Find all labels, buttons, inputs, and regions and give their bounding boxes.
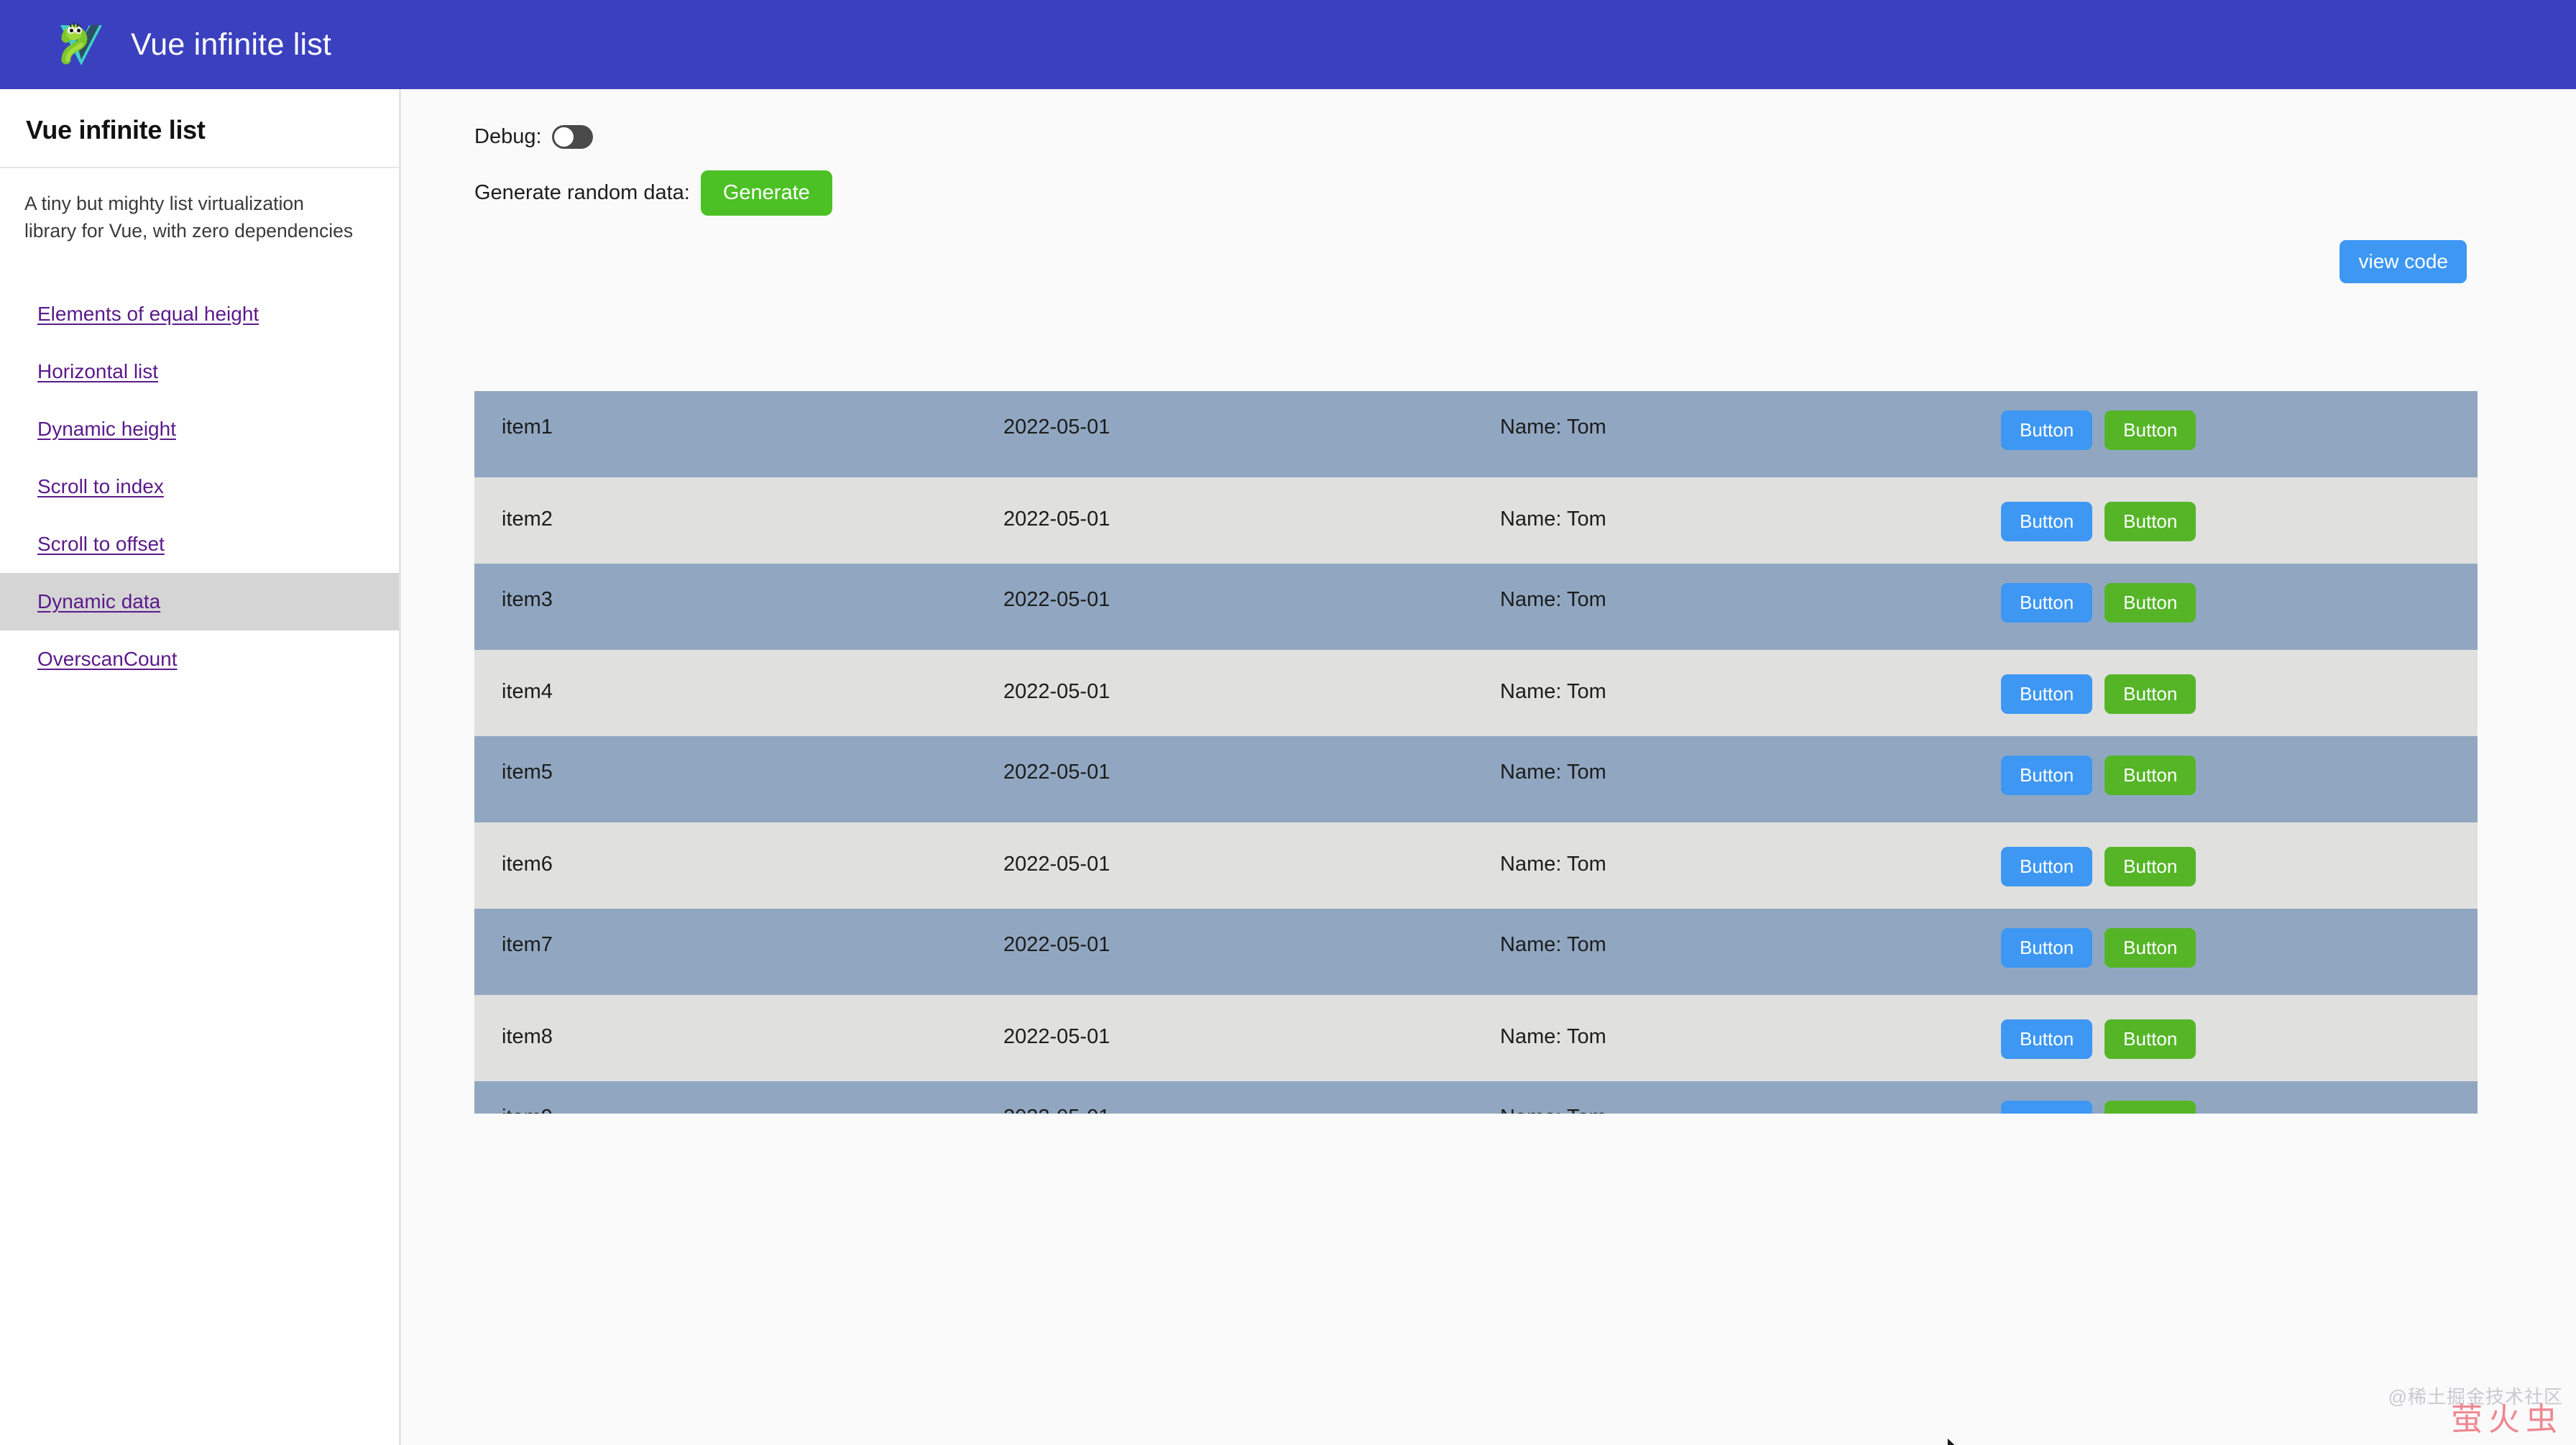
row-actions: Button Button: [2001, 756, 2196, 795]
row-primary-button[interactable]: Button: [2001, 502, 2093, 541]
row-item-person: Name: Tom: [1500, 761, 1606, 784]
table-row[interactable]: item2 2022-05-01 Name: Tom Button Button: [474, 477, 2478, 564]
sidebar-item-horizontal-list[interactable]: Horizontal list: [0, 343, 399, 400]
row-item-date: 2022-05-01: [1003, 416, 1110, 439]
debug-toggle-knob: [553, 127, 574, 147]
row-primary-button[interactable]: Button: [2001, 756, 2093, 795]
row-secondary-button[interactable]: Button: [2104, 756, 2196, 795]
row-item-person: Name: Tom: [1500, 933, 1606, 956]
generate-label: Generate random data:: [474, 181, 690, 204]
row-actions: Button Button: [2001, 928, 2196, 968]
row-primary-button[interactable]: Button: [2001, 1101, 2093, 1114]
table-row[interactable]: item9 2022-05-01 Name: Tom Button Button: [474, 1081, 2478, 1114]
sidebar-description: A tiny but mighty list virtualization li…: [24, 193, 354, 242]
row-item-name: item2: [502, 508, 553, 531]
sidebar-item-scroll-to-offset[interactable]: Scroll to offset: [0, 515, 399, 573]
app-header: Vue infinite list: [0, 0, 2576, 89]
row-item-date: 2022-05-01: [1003, 588, 1110, 611]
sidebar-item-dynamic-height[interactable]: Dynamic height: [0, 400, 399, 458]
row-secondary-button[interactable]: Button: [2104, 928, 2196, 968]
row-secondary-button[interactable]: Button: [2104, 847, 2196, 886]
row-primary-button[interactable]: Button: [2001, 410, 2093, 450]
row-item-name: item9: [502, 1106, 553, 1114]
row-secondary-button[interactable]: Button: [2104, 674, 2196, 714]
row-item-name: item6: [502, 853, 553, 876]
row-item-date: 2022-05-01: [1003, 680, 1110, 703]
row-item-date: 2022-05-01: [1003, 508, 1110, 531]
row-item-name: item5: [502, 761, 553, 784]
row-item-name: item7: [502, 933, 553, 956]
table-row[interactable]: item6 2022-05-01 Name: Tom Button Button: [474, 822, 2478, 909]
debug-toggle[interactable]: [551, 125, 593, 149]
sidebar-item-scroll-to-index[interactable]: Scroll to index: [0, 458, 399, 515]
sidebar-item-elements-of-equal-height[interactable]: Elements of equal height: [0, 285, 399, 343]
row-item-person: Name: Tom: [1500, 508, 1606, 531]
row-item-date: 2022-05-01: [1003, 853, 1110, 876]
row-actions: Button Button: [2001, 583, 2196, 623]
view-code-button[interactable]: view code: [2340, 240, 2467, 283]
row-actions: Button Button: [2001, 1019, 2196, 1059]
row-actions: Button Button: [2001, 502, 2196, 541]
row-item-person: Name: Tom: [1500, 416, 1606, 439]
row-item-date: 2022-05-01: [1003, 761, 1110, 784]
row-actions: Button Button: [2001, 847, 2196, 886]
debug-label: Debug:: [474, 125, 542, 148]
row-actions: Button Button: [2001, 1101, 2196, 1114]
generate-control-row: Generate random data: Generate: [403, 149, 2576, 216]
row-item-person: Name: Tom: [1500, 853, 1606, 876]
vue-caterpillar-logo-icon: [52, 15, 111, 74]
row-item-person: Name: Tom: [1500, 1106, 1606, 1114]
row-secondary-button[interactable]: Button: [2104, 502, 2196, 541]
row-item-name: item8: [502, 1025, 553, 1048]
row-item-name: item1: [502, 416, 553, 439]
row-secondary-button[interactable]: Button: [2104, 1101, 2196, 1114]
table-row[interactable]: item3 2022-05-01 Name: Tom Button Button: [474, 564, 2478, 650]
table-row[interactable]: item5 2022-05-01 Name: Tom Button Button: [474, 736, 2478, 822]
page-title: Vue infinite list: [131, 27, 332, 62]
row-primary-button[interactable]: Button: [2001, 583, 2093, 623]
table-row[interactable]: item8 2022-05-01 Name: Tom Button Button: [474, 995, 2478, 1081]
generate-button[interactable]: Generate: [700, 170, 832, 216]
main-content: Debug: view code Generate random data: G…: [403, 89, 2576, 1445]
sidebar-title: Vue infinite list: [0, 89, 399, 168]
row-primary-button[interactable]: Button: [2001, 1019, 2093, 1059]
sidebar-item-dynamic-data[interactable]: Dynamic data: [0, 572, 399, 630]
sidebar-item-overscancount[interactable]: OverscanCount: [0, 630, 399, 688]
row-primary-button[interactable]: Button: [2001, 928, 2093, 968]
arrow-pointer-icon: [1946, 1436, 1956, 1445]
table-row[interactable]: item4 2022-05-01 Name: Tom Button Button: [474, 650, 2478, 736]
sidebar: Vue infinite list A tiny but mighty list…: [0, 89, 401, 1445]
row-primary-button[interactable]: Button: [2001, 674, 2093, 714]
row-actions: Button Button: [2001, 410, 2196, 450]
table-row[interactable]: item7 2022-05-01 Name: Tom Button Button: [474, 909, 2478, 995]
sidebar-nav: Elements of equal height Horizontal list…: [0, 285, 399, 688]
virtual-list-inner: item1 2022-05-01 Name: Tom Button Button item…: [474, 391, 2478, 1114]
row-secondary-button[interactable]: Button: [2104, 583, 2196, 623]
row-item-date: 2022-05-01: [1003, 933, 1110, 956]
row-item-name: item3: [502, 588, 553, 611]
row-actions: Button Button: [2001, 674, 2196, 714]
debug-control-row: Debug:: [403, 89, 2576, 149]
virtual-list-viewport[interactable]: item1 2022-05-01 Name: Tom Button Button item…: [474, 391, 2478, 1114]
row-primary-button[interactable]: Button: [2001, 847, 2093, 886]
row-item-date: 2022-05-01: [1003, 1025, 1110, 1048]
table-row[interactable]: item1 2022-05-01 Name: Tom Button Button: [474, 391, 2478, 477]
row-item-person: Name: Tom: [1500, 1025, 1606, 1048]
row-item-name: item4: [502, 680, 553, 703]
row-item-person: Name: Tom: [1500, 588, 1606, 611]
row-secondary-button[interactable]: Button: [2104, 1019, 2196, 1059]
row-item-person: Name: Tom: [1500, 680, 1606, 703]
row-secondary-button[interactable]: Button: [2104, 410, 2196, 450]
row-item-date: 2022-05-01: [1003, 1106, 1110, 1114]
